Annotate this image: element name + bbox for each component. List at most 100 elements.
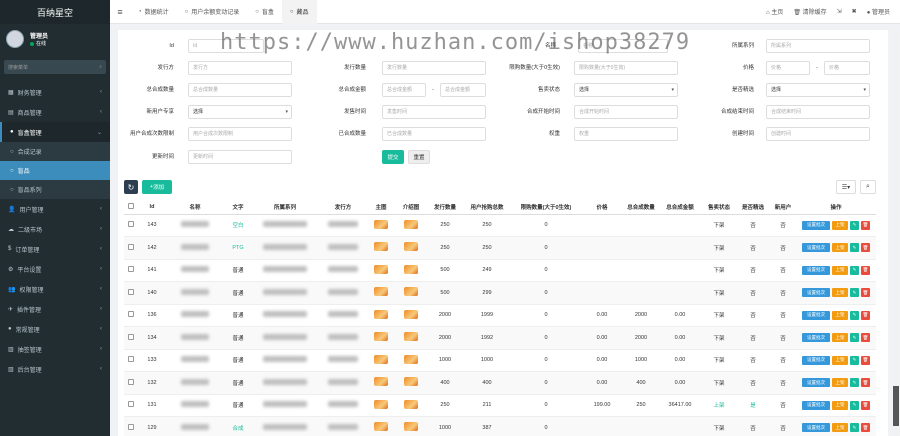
table-row[interactable]: 141 普通 500 249 0 下架 否 否 设置批次 上架 ✎ 🗑 xyxy=(124,259,876,282)
main-image-thumbnail[interactable] xyxy=(368,349,394,372)
column-header[interactable]: 新用户 xyxy=(770,200,796,215)
main-image-thumbnail[interactable] xyxy=(368,281,394,305)
publish-button[interactable]: 上架 xyxy=(832,378,848,388)
main-image-thumbnail[interactable] xyxy=(368,371,394,395)
intro-image-thumbnail[interactable] xyxy=(394,394,428,417)
tab-0[interactable]: ◔ 数据统计 xyxy=(130,0,177,24)
table-row[interactable]: 133 普通 1000 1000 0 0.00 1000 0.00 下架 否 否… xyxy=(124,349,876,372)
column-header[interactable]: Id xyxy=(138,200,166,215)
series-input[interactable]: 所属系列 xyxy=(766,39,870,53)
intro-image-thumbnail[interactable] xyxy=(394,416,428,436)
column-header[interactable]: 介绍图 xyxy=(394,200,428,215)
tab-3[interactable]: ○ 藏品 xyxy=(281,0,317,24)
columns-toggle-icon[interactable]: ☰▾ xyxy=(836,180,856,194)
intro-image-thumbnail[interactable] xyxy=(394,259,428,282)
publish-button[interactable]: 上架 xyxy=(832,423,848,433)
table-row[interactable]: 132 普通 400 400 0 0.00 400 0.00 下架 否 否 设置… xyxy=(124,371,876,395)
sidebar-item-4[interactable]: ☁ 二级市场 ‹ xyxy=(0,219,110,239)
brand-logo[interactable]: 百纳星空 xyxy=(0,0,110,24)
edit-pencil-icon[interactable]: ✎ xyxy=(850,265,859,275)
publish-button[interactable]: 上架 xyxy=(832,220,848,230)
expand-icon[interactable]: ✖ xyxy=(852,8,857,15)
tab-2[interactable]: ○ 盲盒 xyxy=(247,0,282,24)
row-checkbox-cell[interactable] xyxy=(124,259,138,282)
home-link[interactable]: ⌂ 主页 xyxy=(766,7,783,16)
add-button[interactable]: + 添加 xyxy=(142,180,172,194)
limit-input[interactable]: 限购数量(大于0生效) xyxy=(574,61,678,75)
end-input[interactable]: 合成结束时间 xyxy=(766,105,870,119)
edit-pencil-icon[interactable]: ✎ xyxy=(850,355,859,365)
amount-min-input[interactable]: 总合成金额 xyxy=(382,83,426,97)
column-header[interactable]: 主图 xyxy=(368,200,394,215)
edit-pencil-icon[interactable]: ✎ xyxy=(850,333,859,343)
checkbox[interactable] xyxy=(128,288,134,295)
column-header[interactable]: 价格 xyxy=(580,200,624,215)
delete-trash-icon[interactable]: 🗑 xyxy=(861,400,870,410)
main-image-thumbnail[interactable] xyxy=(368,416,394,436)
scrollbar-thumb[interactable] xyxy=(893,386,899,426)
checkbox[interactable] xyxy=(128,311,134,318)
id-input[interactable]: Id xyxy=(188,39,264,53)
delete-trash-icon[interactable]: 🗑 xyxy=(861,220,870,230)
column-header[interactable]: 名称 xyxy=(166,200,224,215)
edit-pencil-icon[interactable]: ✎ xyxy=(850,288,859,298)
select-all-checkbox[interactable] xyxy=(124,200,138,215)
sort-input[interactable]: 权重 xyxy=(574,127,678,141)
table-row[interactable]: 142 PTG 250 250 0 下架 否 否 设置批次 上架 ✎ 🗑 xyxy=(124,236,876,260)
config-batch-button[interactable]: 设置批次 xyxy=(802,423,830,433)
update-input[interactable]: 更新时间 xyxy=(188,150,292,164)
edit-pencil-icon[interactable]: ✎ xyxy=(850,378,859,388)
sidebar-item-11[interactable]: ▥ 后台管理 ‹ xyxy=(0,359,110,379)
publish-button[interactable]: 上架 xyxy=(832,333,848,343)
table-row[interactable]: 143 空白 250 250 0 下架 否 否 设置批次 上架 ✎ 🗑 xyxy=(124,214,876,237)
edit-pencil-icon[interactable]: ✎ xyxy=(850,310,859,320)
row-checkbox-cell[interactable] xyxy=(124,394,138,417)
sidebar-item-2[interactable]: ● 盲盒管理 ⌄ xyxy=(0,122,110,142)
delete-trash-icon[interactable]: 🗑 xyxy=(861,423,870,433)
tab-1[interactable]: ○ 用户余额变动记录 xyxy=(177,0,248,24)
column-header[interactable]: 售卖状态 xyxy=(702,200,736,215)
edit-pencil-icon[interactable]: ✎ xyxy=(850,220,859,230)
publish-button[interactable]: 上架 xyxy=(832,288,848,298)
checkbox[interactable] xyxy=(128,356,134,363)
column-header[interactable]: 用户抢购总数 xyxy=(462,200,512,215)
column-header[interactable]: 发行数量 xyxy=(428,200,462,215)
column-header[interactable]: 限购数量(大于0生效) xyxy=(512,200,580,215)
edit-pencil-icon[interactable]: ✎ xyxy=(850,243,859,253)
clear-cache-button[interactable]: 🗑 清除缓存 xyxy=(793,7,826,16)
newuser-select[interactable]: 选择 xyxy=(188,105,292,119)
checkbox[interactable] xyxy=(128,243,134,250)
start-input[interactable]: 合成开始时间 xyxy=(574,105,678,119)
delete-trash-icon[interactable]: 🗑 xyxy=(861,265,870,275)
publish-button[interactable]: 上架 xyxy=(832,243,848,253)
delete-trash-icon[interactable]: 🗑 xyxy=(861,333,870,343)
column-header[interactable]: 总合成数量 xyxy=(624,200,658,215)
checkbox[interactable] xyxy=(128,333,134,340)
row-checkbox-cell[interactable] xyxy=(124,214,138,237)
main-image-thumbnail[interactable] xyxy=(368,326,394,350)
delete-trash-icon[interactable]: 🗑 xyxy=(861,243,870,253)
sidebar-subitem-0[interactable]: ○ 合成记录 xyxy=(0,142,110,161)
sidebar-item-10[interactable]: ▥ 抽签管理 ‹ xyxy=(0,339,110,359)
sidebar-item-3[interactable]: 👤 用户管理 ‹ xyxy=(0,199,110,219)
user-total-input[interactable]: 用户合成次数限制 xyxy=(188,127,292,141)
config-batch-button[interactable]: 设置批次 xyxy=(802,288,830,298)
column-header[interactable]: 是否精选 xyxy=(736,200,770,215)
checkbox[interactable] xyxy=(128,202,134,209)
intro-image-thumbnail[interactable] xyxy=(394,371,428,395)
publish-button[interactable]: 上架 xyxy=(832,355,848,365)
delete-trash-icon[interactable]: 🗑 xyxy=(861,310,870,320)
issue-qty-input[interactable]: 发行数量 xyxy=(382,61,486,75)
sidebar-item-7[interactable]: 👥 权限管理 ‹ xyxy=(0,279,110,299)
total-input[interactable]: 总合成数量 xyxy=(188,83,292,97)
config-batch-button[interactable]: 设置批次 xyxy=(802,378,830,388)
column-header[interactable]: 操作 xyxy=(796,200,876,215)
column-header[interactable]: 文字 xyxy=(224,200,252,215)
sidebar-item-1[interactable]: ▤ 商品管理 ‹ xyxy=(0,102,110,122)
row-checkbox-cell[interactable] xyxy=(124,371,138,395)
main-image-thumbnail[interactable] xyxy=(368,236,394,260)
main-image-thumbnail[interactable] xyxy=(368,259,394,282)
table-row[interactable]: 140 普通 500 299 0 下架 否 否 设置批次 上架 ✎ 🗑 xyxy=(124,281,876,305)
recommend-select[interactable]: 选择 xyxy=(766,83,870,97)
edit-pencil-icon[interactable]: ✎ xyxy=(850,400,859,410)
